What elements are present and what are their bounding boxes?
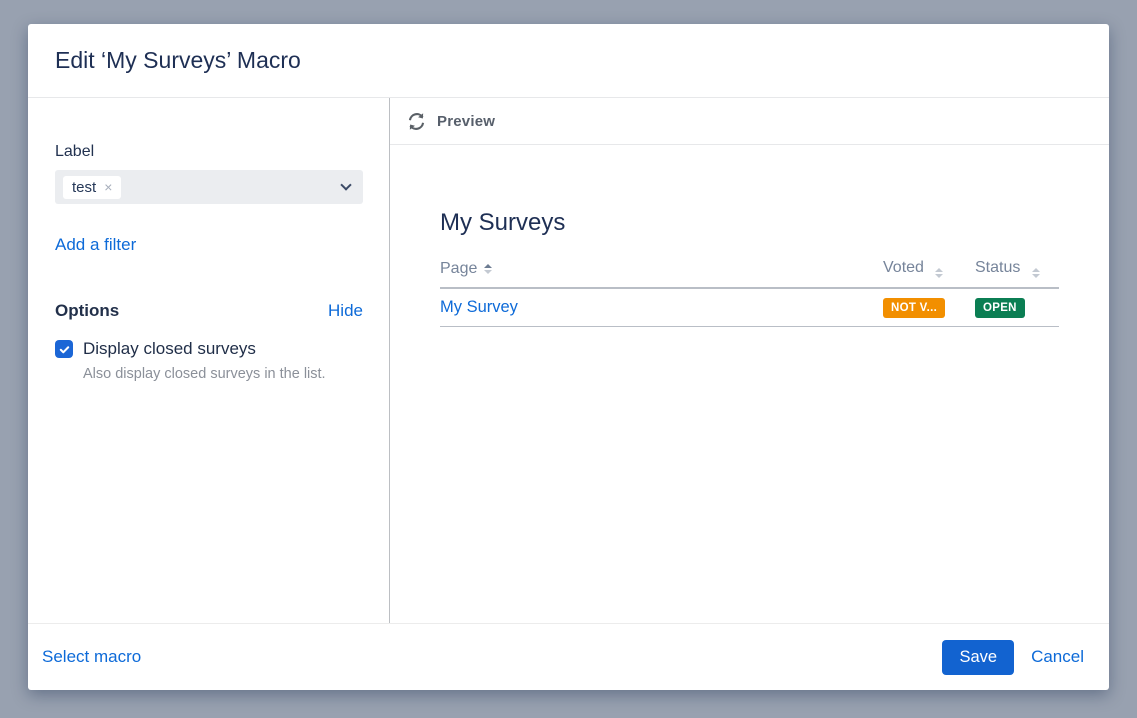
display-closed-checkbox[interactable] [55,340,73,358]
chevron-down-icon [340,179,351,190]
survey-page-link[interactable]: My Survey [440,298,518,317]
preview-panel: Preview My Surveys Page Voted [390,98,1109,623]
label-tag: test × [63,176,121,199]
checkmark-icon [58,343,71,356]
save-button[interactable]: Save [942,640,1014,675]
voted-cell: NOT V... [883,298,975,318]
label-field-label: Label [55,143,363,161]
preview-title: Preview [437,113,495,130]
open-status-badge: OPEN [975,298,1025,318]
footer-actions: Save Cancel [942,640,1084,675]
label-tag-text: test [72,179,96,196]
sort-icon [484,264,492,274]
add-filter-link[interactable]: Add a filter [55,235,136,255]
edit-macro-dialog: Edit ‘My Surveys’ Macro Label test × Add… [28,24,1109,690]
options-heading: Options [55,301,119,321]
dialog-body: Label test × Add a filter Options Hide [28,98,1109,623]
display-closed-row: Display closed surveys [55,339,363,359]
sort-icon [1032,268,1040,278]
sort-icon [935,268,943,278]
column-header-status[interactable]: Status [975,259,1059,278]
page-cell: My Survey [440,298,883,317]
surveys-table: Page Voted Status [440,259,1059,327]
table-header-row: Page Voted Status [440,259,1059,289]
options-header-row: Options Hide [55,301,363,321]
column-header-page-label: Page [440,260,477,278]
display-closed-label[interactable]: Display closed surveys [83,339,256,359]
column-header-page[interactable]: Page [440,260,883,278]
preview-content: My Surveys Page Voted Status [390,145,1109,327]
label-select[interactable]: test × [55,170,363,204]
cancel-button[interactable]: Cancel [1031,647,1084,667]
status-cell: OPEN [975,298,1059,318]
dialog-title: Edit ‘My Surveys’ Macro [55,47,301,74]
preview-header: Preview [390,98,1109,145]
table-row: My Survey NOT V... OPEN [440,289,1059,327]
dialog-footer: Select macro Save Cancel [28,623,1109,690]
remove-tag-icon[interactable]: × [104,180,112,194]
surveys-heading: My Surveys [440,209,1059,237]
parameters-panel: Label test × Add a filter Options Hide [28,98,390,623]
voted-status-badge: NOT V... [883,298,945,318]
column-header-status-label: Status [975,259,1020,276]
hide-options-link[interactable]: Hide [328,301,363,321]
column-header-voted-label: Voted [883,259,924,276]
dialog-header: Edit ‘My Surveys’ Macro [28,24,1109,98]
display-closed-description: Also display closed surveys in the list. [83,366,363,382]
refresh-icon[interactable] [406,111,427,132]
column-header-voted[interactable]: Voted [883,259,975,278]
select-macro-link[interactable]: Select macro [42,647,141,667]
